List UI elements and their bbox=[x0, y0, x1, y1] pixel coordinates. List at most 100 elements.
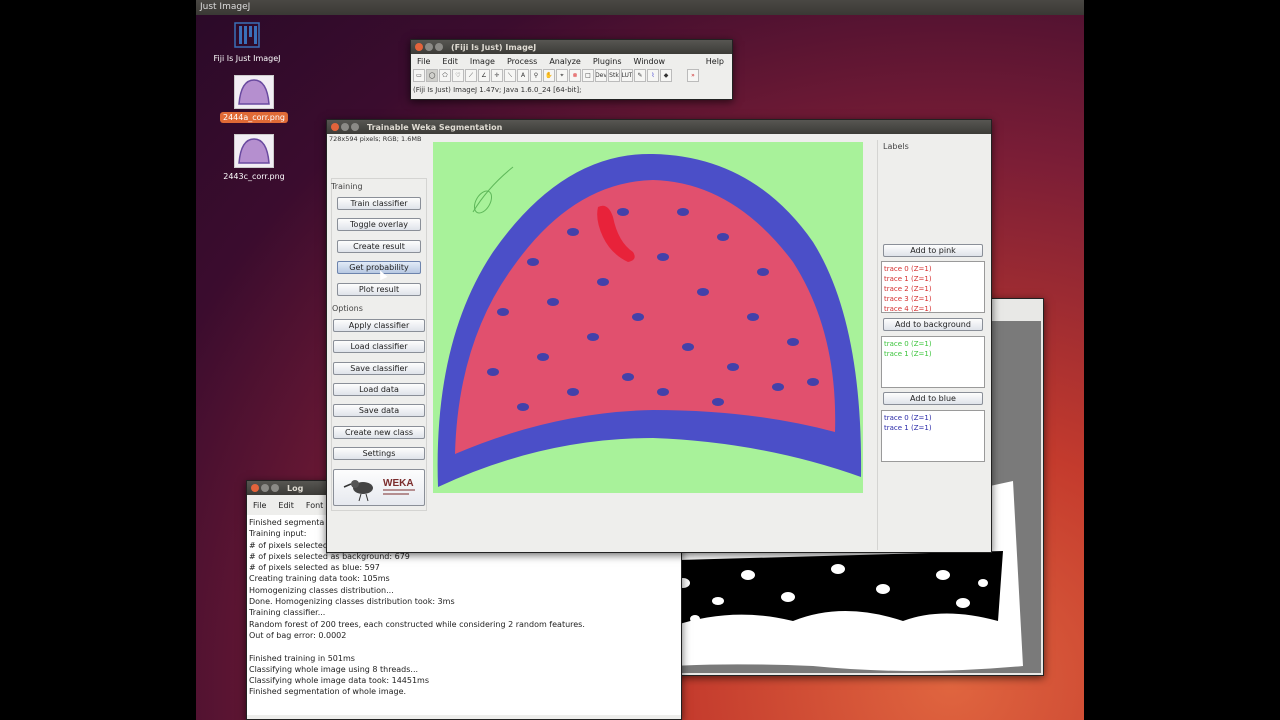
top-panel-title: Just ImageJ bbox=[200, 2, 251, 12]
list-item[interactable]: trace 0 (Z=1) bbox=[884, 413, 982, 423]
list-item[interactable]: trace 0 (Z=1) bbox=[884, 339, 982, 349]
minimize-icon[interactable] bbox=[341, 123, 349, 131]
menu-analyze[interactable]: Analyze bbox=[543, 57, 587, 66]
log-line: Training classifier... bbox=[249, 608, 326, 618]
dev-tool-icon[interactable]: Dev bbox=[595, 69, 607, 82]
wand-tool-icon[interactable]: ⟍ bbox=[504, 69, 516, 82]
settings-button[interactable]: Settings bbox=[333, 447, 425, 460]
rectangle-tool-icon[interactable]: ▭ bbox=[413, 69, 425, 82]
freehand-tool-icon[interactable]: ♡ bbox=[452, 69, 464, 82]
add-to-pink-button[interactable]: Add to pink bbox=[883, 244, 983, 257]
maximize-icon[interactable] bbox=[271, 484, 279, 492]
log-line: Classifying whole image data took: 14451… bbox=[249, 676, 430, 686]
log-line: # of pixels selected as blue: 597 bbox=[249, 563, 380, 573]
maximize-icon[interactable] bbox=[351, 123, 359, 131]
image-canvas[interactable] bbox=[433, 142, 863, 493]
line-tool-icon[interactable]: ⟋ bbox=[465, 69, 477, 82]
create-result-button[interactable]: Create result bbox=[337, 240, 421, 253]
menu-image[interactable]: Image bbox=[464, 57, 501, 66]
zoom-tool-icon[interactable]: ⚲ bbox=[530, 69, 542, 82]
lut-tool-icon[interactable]: LUT bbox=[621, 69, 633, 82]
background-trace-list[interactable]: trace 0 (Z=1) trace 1 (Z=1) bbox=[881, 336, 985, 388]
menu-edit[interactable]: Edit bbox=[272, 501, 300, 510]
maximize-icon[interactable] bbox=[435, 43, 443, 51]
more-tools-icon[interactable]: » bbox=[687, 69, 699, 82]
desktop: Just ImageJ Fiji Is Just ImageJ 2444a_co… bbox=[196, 0, 1084, 720]
close-icon[interactable] bbox=[331, 123, 339, 131]
weka-title: Trainable Weka Segmentation bbox=[367, 122, 503, 132]
text-tool-icon[interactable]: A bbox=[517, 69, 529, 82]
dropper-tool-icon[interactable]: ⌖ bbox=[556, 69, 568, 82]
plot-result-button[interactable]: Plot result bbox=[337, 283, 421, 296]
desktop-icon-label: 2444a_corr.png bbox=[219, 112, 289, 123]
log-line: Out of bag error: 0.0002 bbox=[249, 630, 347, 640]
pink-trace-list[interactable]: trace 0 (Z=1) trace 1 (Z=1) trace 2 (Z=1… bbox=[881, 261, 985, 313]
close-icon[interactable] bbox=[415, 43, 423, 51]
menu-file[interactable]: File bbox=[247, 501, 272, 510]
list-item[interactable]: trace 3 (Z=1) bbox=[884, 294, 982, 304]
imagej-title: (Fiji Is Just) ImageJ bbox=[451, 42, 537, 52]
training-label: Training bbox=[331, 182, 363, 191]
desktop-icon-2444a[interactable]: 2444a_corr.png bbox=[209, 75, 299, 123]
desktop-icon-label: Fiji Is Just ImageJ bbox=[213, 54, 281, 63]
load-classifier-button[interactable]: Load classifier bbox=[333, 340, 425, 353]
point-tool-icon[interactable]: ✛ bbox=[491, 69, 503, 82]
weka-bird-icon: WEKA bbox=[343, 478, 415, 502]
menu-file[interactable]: File bbox=[411, 57, 436, 66]
toggle-overlay-button[interactable]: Toggle overlay bbox=[337, 218, 421, 231]
apply-classifier-button[interactable]: Apply classifier bbox=[333, 319, 425, 332]
load-data-button[interactable]: Load data bbox=[333, 383, 425, 396]
close-icon[interactable] bbox=[251, 484, 259, 492]
imagej-main-window[interactable]: (Fiji Is Just) ImageJ File Edit Image Pr… bbox=[410, 39, 733, 100]
hand-tool-icon[interactable]: ✋ bbox=[543, 69, 555, 82]
menu-font[interactable]: Font bbox=[300, 501, 329, 510]
weka-titlebar[interactable]: Trainable Weka Segmentation bbox=[327, 120, 991, 134]
list-item[interactable]: trace 1 (Z=1) bbox=[884, 423, 982, 433]
desktop-icon-fiji[interactable]: Fiji Is Just ImageJ bbox=[202, 22, 292, 64]
fill-tool-icon[interactable]: ◆ bbox=[660, 69, 672, 82]
add-to-blue-button[interactable]: Add to blue bbox=[883, 392, 983, 405]
angle-tool-icon[interactable]: ∠ bbox=[478, 69, 490, 82]
imagej-titlebar[interactable]: (Fiji Is Just) ImageJ bbox=[411, 40, 732, 54]
menu-process[interactable]: Process bbox=[501, 57, 543, 66]
pencil-tool-icon[interactable]: ✎ bbox=[634, 69, 646, 82]
save-classifier-button[interactable]: Save classifier bbox=[333, 362, 425, 375]
stk-tool-icon[interactable]: Stk bbox=[608, 69, 620, 82]
imagej-menubar: File Edit Image Process Analyze Plugins … bbox=[411, 54, 732, 68]
weka-window[interactable]: Trainable Weka Segmentation 728x594 pixe… bbox=[326, 119, 992, 553]
box-tool-icon[interactable]: □ bbox=[582, 69, 594, 82]
add-to-background-button[interactable]: Add to background bbox=[883, 318, 983, 331]
menu-plugins[interactable]: Plugins bbox=[587, 57, 628, 66]
color-picker-icon[interactable]: ⊗ bbox=[569, 69, 581, 82]
tissue-image bbox=[437, 153, 862, 487]
list-item[interactable]: trace 2 (Z=1) bbox=[884, 284, 982, 294]
menu-edit[interactable]: Edit bbox=[436, 57, 464, 66]
oval-tool-icon[interactable]: ◯ bbox=[426, 69, 438, 82]
polygon-tool-icon[interactable]: ⬠ bbox=[439, 69, 451, 82]
log-line: Homogenizing classes distribution... bbox=[249, 585, 394, 595]
log-title: Log bbox=[287, 483, 304, 493]
desktop-icon-label: 2443c_corr.png bbox=[223, 172, 285, 181]
log-line: Finished segmentation of whole image. bbox=[249, 687, 407, 697]
minimize-icon[interactable] bbox=[425, 43, 433, 51]
minimize-icon[interactable] bbox=[261, 484, 269, 492]
desktop-icon-2443c[interactable]: 2443c_corr.png bbox=[209, 134, 299, 182]
menu-window[interactable]: Window bbox=[628, 57, 672, 66]
list-item[interactable]: trace 1 (Z=1) bbox=[884, 274, 982, 284]
create-new-class-button[interactable]: Create new class bbox=[333, 426, 425, 439]
train-classifier-button[interactable]: Train classifier bbox=[337, 197, 421, 210]
image-thumbnail-icon bbox=[234, 134, 274, 168]
weka-logo-button[interactable]: WEKA bbox=[333, 469, 425, 506]
log-line: Random forest of 200 trees, each constru… bbox=[249, 619, 585, 629]
log-line: Done. Homogenizing classes distribution … bbox=[249, 597, 455, 607]
log-line: Classifying whole image using 8 threads.… bbox=[249, 664, 419, 674]
brush-tool-icon[interactable]: ⌇ bbox=[647, 69, 659, 82]
menu-help[interactable]: Help bbox=[700, 57, 732, 66]
save-data-button[interactable]: Save data bbox=[333, 404, 425, 417]
list-item[interactable]: trace 4 (Z=1) bbox=[884, 304, 982, 314]
top-panel: Just ImageJ bbox=[196, 0, 1084, 15]
blue-trace-list[interactable]: trace 0 (Z=1) trace 1 (Z=1) bbox=[881, 410, 985, 462]
list-item[interactable]: trace 1 (Z=1) bbox=[884, 349, 982, 359]
list-item[interactable]: trace 0 (Z=1) bbox=[884, 264, 982, 274]
